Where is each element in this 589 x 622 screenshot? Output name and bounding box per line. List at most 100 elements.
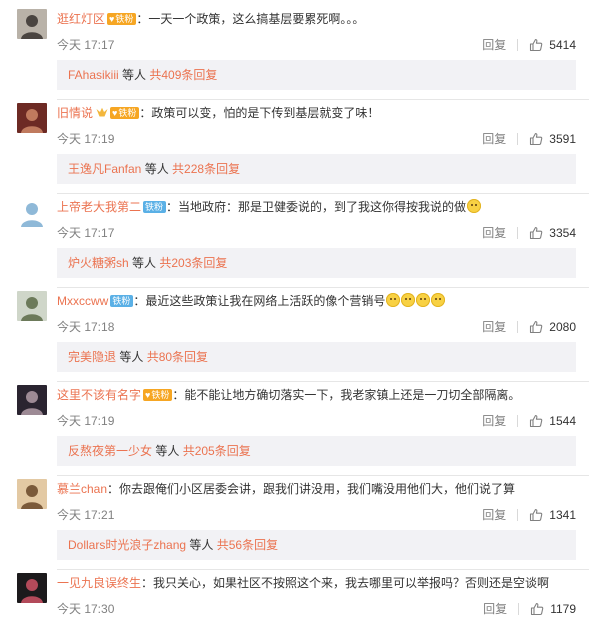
avatar[interactable] [17, 197, 47, 227]
fan-badge[interactable]: ♥铁粉 [110, 107, 140, 119]
reply-button[interactable]: 回复 [482, 319, 517, 335]
smiley-emoji-icon [431, 293, 446, 307]
avatar[interactable] [17, 573, 47, 603]
comment-text: ：你去跟俺们小区居委会讲，跟我们讲没用，我们嘴没用他们大，他们说了算 [107, 482, 516, 496]
action-divider [518, 603, 520, 615]
comment-actions: 回复 5414 [482, 37, 576, 53]
reply-button[interactable]: 回复 [482, 37, 517, 53]
comment-body: 上帝老大我第二 铁粉 ：当地政府：那是卫健委说的，到了我这你得按我说的做 [57, 198, 577, 216]
comment-divider [57, 381, 589, 382]
comment-divider [57, 475, 589, 476]
view-replies-link[interactable]: 共205条回复 [183, 444, 251, 458]
reply-summary-text: 等人 [118, 68, 150, 82]
reply-summary: 反熬夜第一少女 等人 共205条回复 [57, 436, 576, 466]
comment-text: ：一天一个政策，这么搞基层要累死啊。。。 [136, 12, 365, 26]
like-count: 2080 [549, 320, 576, 334]
like-button[interactable]: 1544 [529, 413, 576, 429]
comment-actions: 回复 1341 [482, 507, 576, 523]
comment-actions: 回复 3354 [482, 225, 576, 241]
reply-user-link[interactable]: 完美隐退 [68, 350, 116, 364]
timestamp: 今天 17:17 [57, 38, 115, 52]
smiley-emoji-icon [401, 293, 416, 307]
comment-body: 慕兰chan：你去跟俺们小区居委会讲，跟我们讲没用，我们嘴没用他们大，他们说了算 [57, 480, 577, 498]
reply-button[interactable]: 回复 [482, 225, 517, 241]
reply-summary: Dollars时光浪子zhang 等人 共56条回复 [57, 530, 576, 560]
like-button[interactable]: 1179 [530, 601, 576, 617]
avatar[interactable] [17, 479, 47, 509]
username-link[interactable]: Mxxccww [57, 294, 108, 308]
smiley-emoji-icon [386, 293, 401, 307]
fan-badge[interactable]: 铁粉 [143, 201, 167, 213]
avatar[interactable] [17, 9, 47, 39]
comment-body: 这里不该有名字 ♥铁粉 ：能不能让地方确切落实一下，我老家镇上还是一刀切全部隔离。 [57, 386, 577, 404]
comment-divider [57, 193, 589, 194]
username-link[interactable]: 旧情说 [57, 106, 93, 120]
smiley-emoji-icon [467, 199, 482, 213]
username-link[interactable]: 上帝老大我第二 [57, 200, 141, 214]
avatar[interactable] [17, 103, 47, 133]
thumb-up-icon [530, 38, 543, 52]
comment-text: ：当地政府：那是卫健委说的，到了我这你得按我说的做 [166, 200, 467, 214]
action-divider [517, 227, 519, 239]
comment-meta: 今天 17:17 回复 3354 [57, 225, 576, 241]
reply-user-link[interactable]: 炉火糖粥sh [68, 256, 129, 270]
fan-badge[interactable]: ♥铁粉 [107, 13, 137, 25]
timestamp: 今天 17:17 [57, 226, 115, 240]
like-button[interactable]: 1341 [529, 507, 576, 523]
reply-button[interactable]: 回复 [482, 413, 517, 429]
comment-meta: 今天 17:30 回复 1179 [57, 601, 576, 617]
view-replies-link[interactable]: 共228条回复 [172, 162, 240, 176]
fan-badge[interactable]: 铁粉 [110, 295, 134, 307]
comment-body: 一见九良误终生：我只关心，如果社区不按照这个来，我去哪里可以举报吗？否则还是空谈… [57, 574, 577, 592]
username-link[interactable]: 这里不该有名字 [57, 388, 141, 402]
username-link[interactable]: 一见九良误终生 [57, 576, 141, 590]
reply-user-link[interactable]: FAhasikiii [68, 68, 119, 82]
timestamp: 今天 17:30 [57, 602, 115, 616]
reply-user-link[interactable]: 反熬夜第一少女 [68, 444, 152, 458]
timestamp: 今天 17:19 [57, 132, 115, 146]
avatar[interactable] [17, 385, 47, 415]
heart-icon: ♥ [112, 108, 118, 118]
fan-badge[interactable]: ♥铁粉 [143, 389, 173, 401]
action-divider [517, 321, 519, 333]
reply-button[interactable]: 回复 [482, 507, 517, 523]
comment-body: 逛红灯区 ♥铁粉 ：一天一个政策，这么搞基层要累死啊。。。 [57, 10, 577, 28]
reply-button[interactable]: 回复 [483, 601, 518, 617]
reply-summary-text: 等人 [141, 162, 173, 176]
reply-summary: 王逸凡Fanfan 等人 共228条回复 [57, 154, 576, 184]
comment-divider [57, 287, 589, 288]
comment-meta: 今天 17:19 回复 3591 [57, 131, 576, 147]
thumb-up-icon [531, 602, 544, 616]
like-count: 1544 [549, 414, 576, 428]
action-divider [517, 133, 519, 145]
reply-user-link[interactable]: 王逸凡Fanfan [68, 162, 141, 176]
reply-button[interactable]: 回复 [482, 131, 517, 147]
like-count: 1179 [550, 602, 576, 616]
action-divider [517, 415, 519, 427]
avatar[interactable] [17, 291, 47, 321]
comment-text: ：能不能让地方确切落实一下，我老家镇上还是一刀切全部隔离。 [172, 388, 521, 402]
like-button[interactable]: 5414 [529, 37, 576, 53]
view-replies-link[interactable]: 共203条回复 [159, 256, 227, 270]
username-link[interactable]: 慕兰chan [57, 482, 107, 496]
comment-meta: 今天 17:21 回复 1341 [57, 507, 576, 523]
reply-summary-text: 等人 [128, 256, 160, 270]
timestamp: 今天 17:21 [57, 508, 115, 522]
like-count: 3354 [549, 226, 576, 240]
comment-divider [57, 569, 589, 570]
action-divider [517, 509, 519, 521]
view-replies-link[interactable]: 共409条回复 [149, 68, 217, 82]
reply-summary-text: 等人 [152, 444, 183, 458]
comment-text: ：最近这些政策让我在网络上活跃的像个营销号 [133, 294, 386, 308]
comment-actions: 回复 1544 [482, 413, 576, 429]
username-link[interactable]: 逛红灯区 [57, 12, 105, 26]
like-button[interactable]: 2080 [529, 319, 576, 335]
reply-user-link[interactable]: Dollars时光浪子zhang [68, 538, 186, 552]
comment-actions: 回复 3591 [482, 131, 576, 147]
view-replies-link[interactable]: 共56条回复 [217, 538, 278, 552]
like-button[interactable]: 3591 [529, 131, 576, 147]
reply-summary: FAhasikiii 等人 共409条回复 [57, 60, 576, 90]
reply-summary: 炉火糖粥sh 等人 共203条回复 [57, 248, 576, 278]
like-button[interactable]: 3354 [529, 225, 576, 241]
view-replies-link[interactable]: 共80条回复 [147, 350, 208, 364]
